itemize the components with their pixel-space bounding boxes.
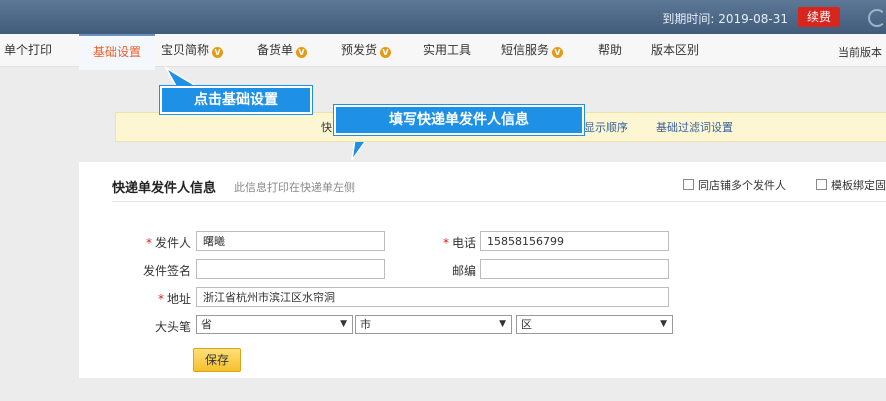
signature-label: 发件签名 [142,264,191,278]
subnav-display-order[interactable]: 显示顺序 [584,119,628,135]
address-input[interactable]: 浙江省杭州市滨江区水帘洞 [196,287,669,307]
panel-subtitle: 此信息打印在快递单左侧 [234,181,355,194]
sender-input[interactable]: 曙曦 [196,231,385,251]
dropdown-arrow-icon: ▼ [499,319,506,329]
city-select[interactable]: 市 ▼ [355,315,512,334]
zip-input[interactable] [480,259,669,279]
province-select[interactable]: 省 ▼ [196,315,353,334]
label-text: 发件人 [154,236,191,250]
dropdown-arrow-icon: ▼ [340,319,347,329]
label-text: 地址 [166,292,191,306]
subnav-partial-item[interactable]: 快 [321,119,332,135]
phone-input[interactable]: 15858156799 [480,231,669,251]
required-mark: * [145,236,152,250]
select-value: 市 [360,318,371,331]
dropdown-arrow-icon: ▼ [660,319,667,329]
sender-label: * 发件人 [141,234,191,251]
checkbox-icon[interactable] [816,179,827,190]
panel-title: 快递单发件人信息 [112,181,217,196]
multi-sender-checkbox[interactable]: 同店铺多个发件人 [683,177,786,193]
address-label: * 地址 [141,290,191,307]
zip-label: 邮编 [451,264,476,278]
bind-template-checkbox[interactable]: 模板绑定固 [816,177,886,193]
select-value: 省 [201,318,212,331]
required-mark: * [157,292,164,306]
region-label: 大头笔 [154,320,191,334]
checkbox-label: 模板绑定固 [831,179,886,192]
checkbox-label: 同店铺多个发件人 [698,179,786,192]
label-text: 电话 [451,236,476,250]
panel-divider [112,201,886,202]
sender-info-panel: 快递单发件人信息 此信息打印在快递单左侧 同店铺多个发件人 模板绑定固 * 发件人… [79,162,886,378]
save-button[interactable]: 保存 [193,348,241,372]
required-mark: * [442,236,449,250]
callout-click-basic-settings: 点击基础设置 [160,86,312,114]
checkbox-icon[interactable] [683,179,694,190]
select-value: 区 [521,318,532,331]
callout-fill-sender-info: 填写快递单发件人信息 [334,105,584,135]
signature-input[interactable] [196,259,385,279]
district-select[interactable]: 区 ▼ [516,315,673,334]
subnav-filter-settings[interactable]: 基础过滤词设置 [656,119,733,135]
phone-label: * 电话 [426,234,476,251]
